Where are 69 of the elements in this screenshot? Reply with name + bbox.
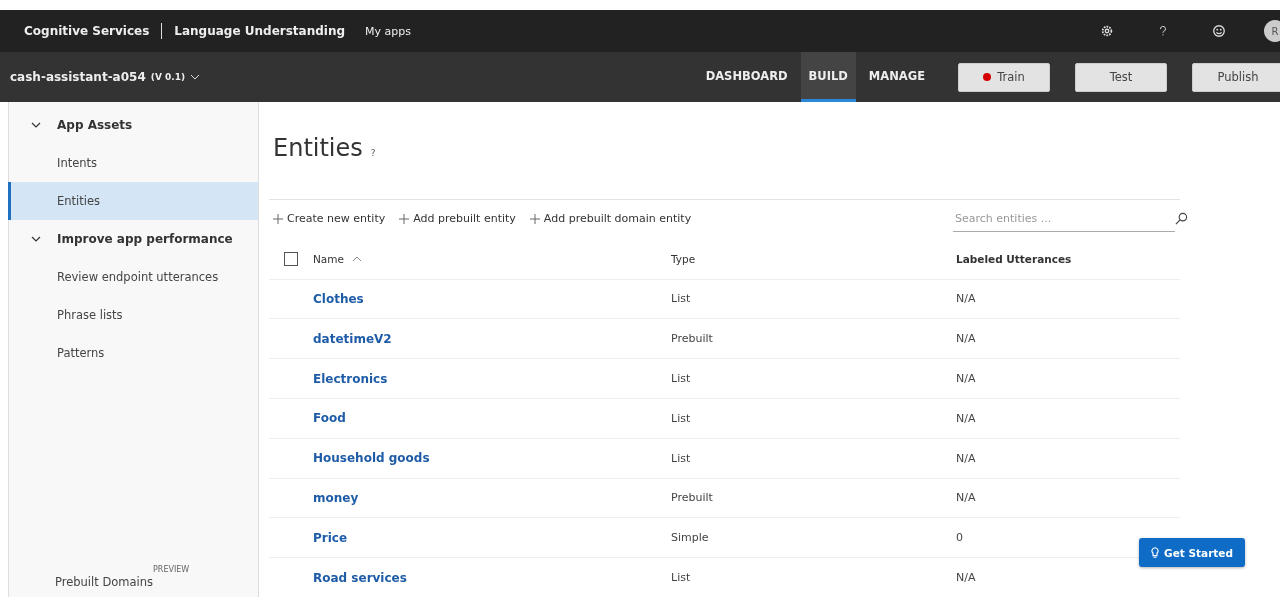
sidebar-item[interactable]: Review endpoint utterances	[8, 258, 258, 296]
entity-link[interactable]: Road services	[313, 570, 407, 585]
table-cell: Prebuilt	[671, 332, 713, 346]
column-header[interactable]: Name	[313, 253, 344, 266]
my-apps-link[interactable]: My apps	[365, 24, 411, 38]
get-started-button[interactable]: Get Started	[1139, 538, 1245, 567]
sidebar-item[interactable]: Entities	[8, 182, 258, 220]
table-cell: N/A	[956, 571, 976, 585]
page-title: Entities	[273, 133, 363, 162]
sidebar-item[interactable]: Intents	[8, 144, 258, 182]
table-cell: 0	[956, 531, 963, 545]
app-version: (V 0.1)	[150, 72, 186, 82]
select-all-checkbox[interactable]	[284, 252, 298, 267]
column-header[interactable]: Labeled Utterances	[956, 253, 1072, 266]
entity-link[interactable]: money	[313, 491, 359, 505]
user-avatar[interactable]: R	[1264, 20, 1280, 42]
action-link[interactable]: Add prebuilt entity	[399, 212, 516, 226]
table-cell: List	[671, 571, 691, 585]
table-cell: Prebuilt	[671, 491, 713, 505]
section-header[interactable]: App Assets	[57, 118, 133, 132]
status-dot-icon	[983, 73, 992, 81]
app-name[interactable]: cash-assistant-a054	[10, 70, 146, 84]
toolbar-button[interactable]: Test	[1075, 62, 1167, 92]
entity-link[interactable]: Clothes	[313, 291, 364, 306]
plus-icon	[529, 213, 540, 224]
table-cell: N/A	[956, 491, 976, 505]
action-link[interactable]: Create new entity	[273, 212, 386, 226]
action-link[interactable]: Add prebuilt domain entity	[529, 212, 692, 226]
nav-tab[interactable]: MANAGE	[860, 52, 933, 102]
lightbulb-icon	[1151, 547, 1160, 558]
table-cell: N/A	[956, 411, 976, 425]
help-link[interactable]: ?	[370, 147, 376, 158]
table-cell: N/A	[956, 451, 976, 465]
table-cell: List	[671, 411, 691, 425]
sidebar-item[interactable]: Prebuilt Domains	[55, 575, 154, 589]
table-cell: N/A	[956, 372, 976, 386]
section-header[interactable]: Improve app performance	[57, 232, 233, 246]
entity-link[interactable]: Food	[313, 411, 346, 426]
chevron-icon[interactable]	[31, 122, 41, 128]
entity-link[interactable]: Price	[313, 530, 348, 545]
table-cell: List	[671, 292, 691, 306]
smiley-icon[interactable]	[1212, 24, 1226, 38]
plus-icon	[399, 213, 410, 224]
entity-link[interactable]: Household goods	[313, 451, 430, 466]
search-field[interactable]: Search entities ...	[953, 205, 1175, 232]
table-cell: N/A	[956, 292, 976, 306]
settings-icon[interactable]	[1100, 24, 1114, 38]
nav-tab[interactable]: BUILD	[800, 52, 856, 102]
brand-name[interactable]: Cognitive Services	[24, 24, 150, 38]
product-name[interactable]: Language Understanding	[174, 24, 346, 38]
nav-tab[interactable]: DASHBOARD	[697, 52, 796, 102]
search-icon[interactable]	[1175, 212, 1188, 226]
entity-link[interactable]: datetimeV2	[313, 331, 392, 346]
sort-up-icon[interactable]	[352, 256, 362, 263]
help-icon[interactable]	[1158, 24, 1168, 38]
sidebar-item[interactable]: Phrase lists	[8, 296, 258, 334]
preview-label: PREVIEW	[153, 565, 190, 574]
table-cell: List	[671, 451, 691, 465]
toolbar-button[interactable]: Publish	[1192, 62, 1280, 92]
chevron-icon[interactable]	[31, 236, 41, 242]
column-header[interactable]: Type	[671, 253, 696, 266]
toolbar-button[interactable]: Train	[958, 62, 1050, 92]
table-cell: N/A	[956, 332, 976, 346]
table-cell: Simple	[671, 531, 709, 545]
entity-link[interactable]: Electronics	[313, 371, 388, 386]
chevron-down-icon[interactable]	[190, 74, 201, 80]
plus-icon	[273, 213, 283, 224]
table-cell: List	[671, 372, 691, 386]
sidebar-item[interactable]: Patterns	[8, 334, 258, 372]
